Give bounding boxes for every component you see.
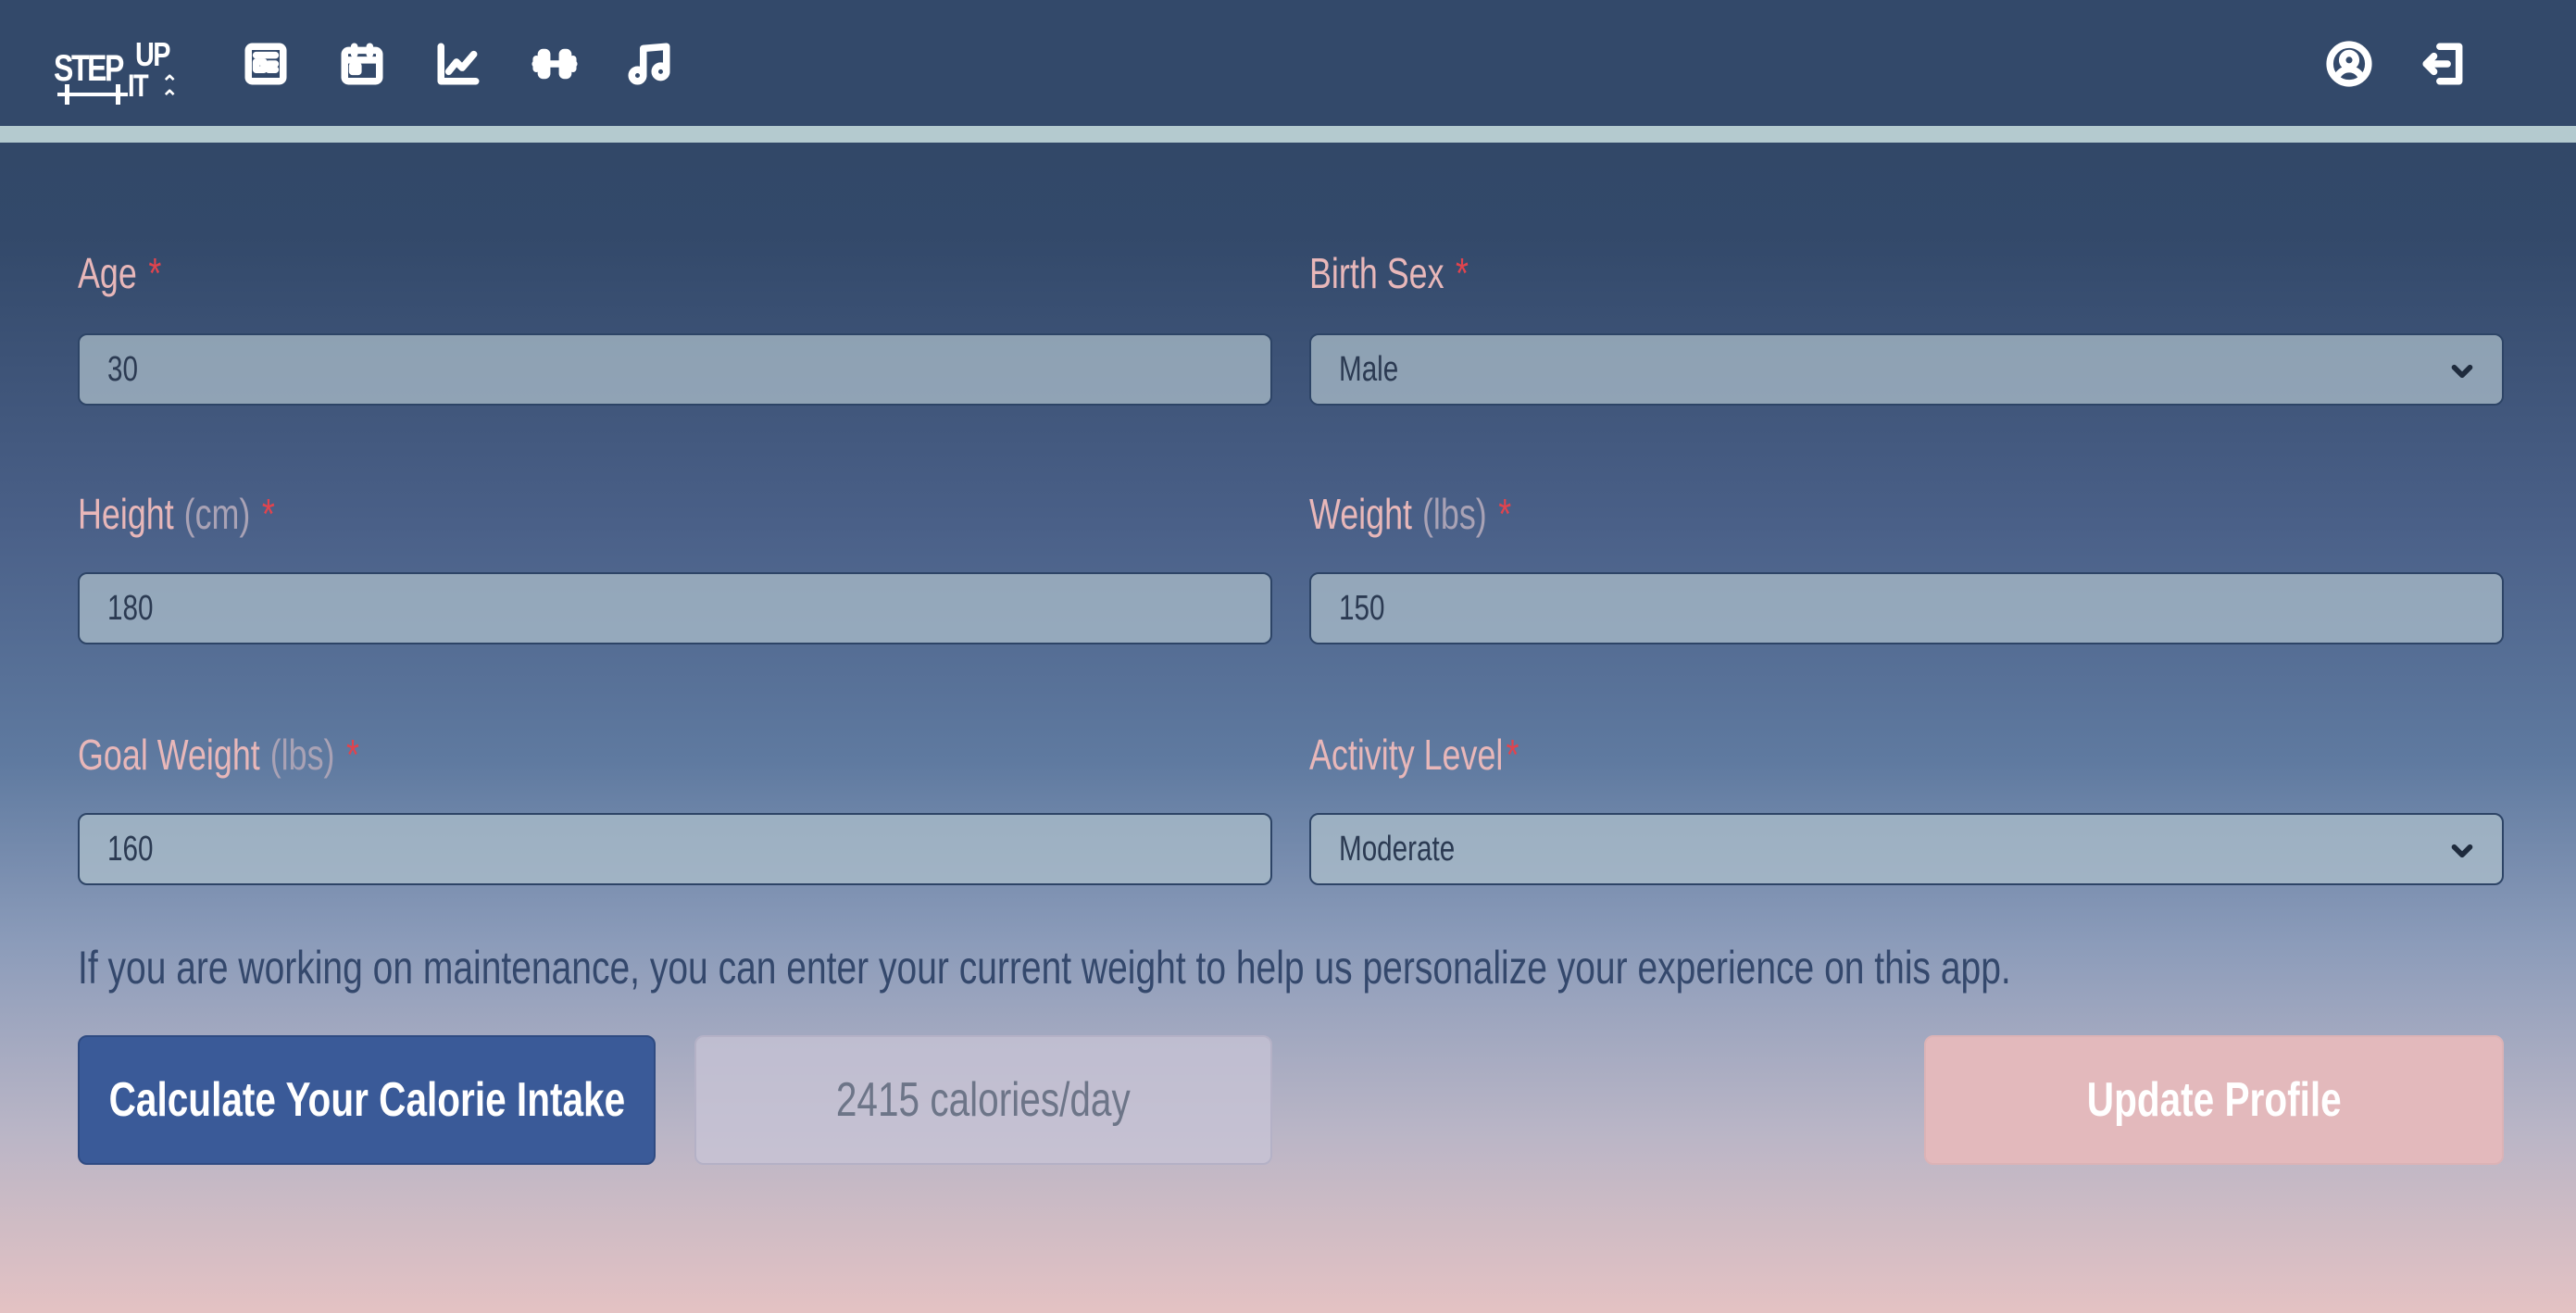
chart-icon[interactable] [435, 41, 481, 87]
required-marker: * [261, 490, 275, 538]
logout-icon[interactable] [2420, 41, 2467, 87]
required-marker: * [345, 731, 359, 779]
activity-level-select[interactable]: Moderate [1309, 813, 2504, 885]
required-marker: * [1506, 731, 1519, 779]
chevron-down-icon [2446, 835, 2478, 867]
top-navbar: STEP UP IT ⌃ ⌃ [0, 0, 2576, 143]
dumbbell-icon[interactable] [531, 41, 578, 87]
height-label: Height (cm) * [78, 490, 275, 538]
app-logo[interactable]: STEP UP IT ⌃ ⌃ [54, 35, 180, 109]
weight-label: Weight (lbs) * [1309, 490, 1512, 538]
birth-sex-label: Birth Sex * [1309, 249, 1469, 297]
logo-chevron-mark: ⌃ ⌃ [161, 71, 179, 109]
birth-sex-select[interactable]: Male [1309, 333, 2504, 406]
calorie-result-display: 2415 calories/day [694, 1035, 1272, 1165]
maintenance-note: If you are working on maintenance, you c… [78, 942, 2011, 994]
calculate-calorie-button[interactable]: Calculate Your Calorie Intake [78, 1035, 656, 1165]
required-marker: * [1498, 490, 1512, 538]
age-label: Age * [78, 249, 162, 297]
required-marker: * [148, 249, 162, 297]
required-marker: * [1456, 249, 1469, 297]
age-input[interactable]: 30 [78, 333, 1272, 406]
goal-weight-label: Goal Weight (lbs) * [78, 731, 359, 779]
profile-icon[interactable] [2326, 41, 2372, 87]
activity-level-label: Activity Level* [1309, 731, 1519, 779]
weight-input[interactable]: 150 [1309, 572, 2504, 644]
logo-dumbbell-mark [57, 84, 128, 105]
height-input[interactable]: 180 [78, 572, 1272, 644]
update-profile-button[interactable]: Update Profile [1924, 1035, 2504, 1165]
goal-weight-input[interactable]: 160 [78, 813, 1272, 885]
chevron-down-icon [2446, 356, 2478, 387]
music-icon[interactable] [626, 41, 672, 87]
calendar-icon[interactable] [339, 41, 385, 87]
journal-icon[interactable] [243, 41, 289, 87]
